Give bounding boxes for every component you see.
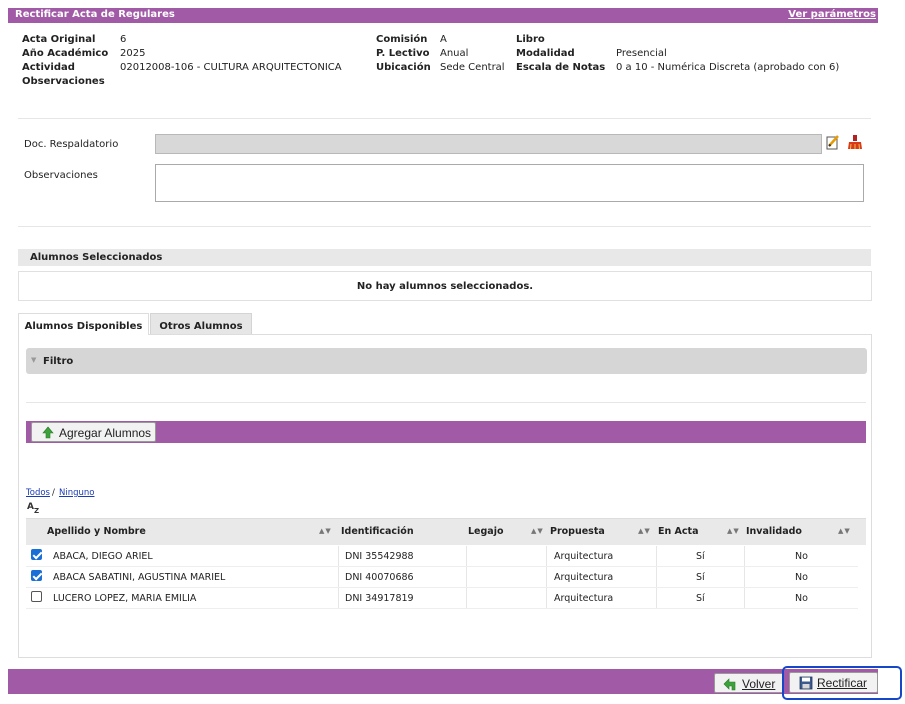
comision-label: Comisión [376, 34, 428, 45]
cell-propuesta: Arquitectura [554, 593, 614, 604]
svg-text:A: A [27, 502, 34, 512]
sort-az-icon[interactable]: A Z [26, 500, 42, 514]
volver-button[interactable]: Volver [714, 673, 784, 693]
page-header: Rectificar Acta de Regulares Ver parámet… [8, 8, 878, 23]
alumnos-seleccionados-header: Alumnos Seleccionados [18, 249, 871, 266]
row-checkbox[interactable] [31, 591, 42, 602]
edit-icon[interactable] [826, 134, 840, 150]
cell-en-acta: Sí [696, 572, 705, 583]
cell-invalidado: No [795, 593, 808, 604]
alumnos-seleccionados-box: No hay alumnos seleccionados. [18, 271, 872, 301]
sort-arrows-icon[interactable]: ▲▼ [727, 527, 740, 535]
select-none-link[interactable]: Ninguno [59, 488, 94, 498]
sort-arrows-icon[interactable]: ▲▼ [319, 527, 332, 535]
select-all-link[interactable]: Todos [26, 488, 50, 498]
cell-invalidado: No [795, 551, 808, 562]
filter-bar[interactable]: ▼ Filtro [26, 348, 867, 374]
col-invalidado[interactable]: Invalidado [746, 526, 802, 537]
table-row[interactable]: ABACA, DIEGO ARIEL DNI 35542988 Arquitec… [26, 546, 858, 567]
col-legajo[interactable]: Legajo [468, 526, 504, 537]
cell-en-acta: Sí [696, 551, 705, 562]
anio-value: 2025 [120, 48, 146, 59]
escala-value: 0 a 10 - Numérica Discreta (aprobado con… [616, 62, 840, 73]
cell-nombre: ABACA SABATINI, AGUSTINA MARIEL [53, 572, 226, 583]
clear-broom-icon[interactable] [847, 134, 863, 150]
ubicacion-value: Sede Central [440, 62, 505, 73]
ver-parametros-link[interactable]: Ver parámetros [788, 9, 876, 20]
cell-identificacion: DNI 40070686 [345, 572, 414, 583]
observaciones-textarea[interactable] [155, 164, 864, 202]
cell-invalidado: No [795, 572, 808, 583]
actividad-label: Actividad [22, 62, 75, 73]
link-separator: / [52, 488, 55, 498]
acta-original-value: 6 [120, 34, 127, 45]
sort-arrows-icon[interactable]: ▲▼ [638, 527, 651, 535]
collapse-triangle-icon: ▼ [31, 356, 37, 364]
escala-label: Escala de Notas [516, 62, 606, 73]
tab-label: Otros Alumnos [159, 321, 243, 332]
lectivo-label: P. Lectivo [376, 48, 430, 59]
highlight-box [782, 666, 902, 700]
tab-label: Alumnos Disponibles [24, 321, 143, 332]
cell-propuesta: Arquitectura [554, 572, 614, 583]
col-apellido-nombre[interactable]: Apellido y Nombre [47, 526, 146, 537]
cell-nombre: LUCERO LOPEZ, MARIA EMILIA [53, 593, 197, 604]
observaciones-info-label: Observaciones [22, 76, 105, 87]
col-identificacion[interactable]: Identificación [341, 526, 414, 537]
cell-propuesta: Arquitectura [554, 551, 614, 562]
svg-text:Z: Z [34, 507, 39, 514]
tab-alumnos-disponibles[interactable]: Alumnos Disponibles [18, 313, 149, 335]
divider [18, 118, 871, 119]
table-row[interactable]: LUCERO LOPEZ, MARIA EMILIA DNI 34917819 … [26, 588, 858, 609]
sort-arrows-icon[interactable]: ▲▼ [838, 527, 851, 535]
divider [18, 226, 871, 227]
back-arrow-icon [723, 678, 736, 691]
divider [26, 402, 866, 403]
cell-en-acta: Sí [696, 593, 705, 604]
alumnos-seleccionados-title: Alumnos Seleccionados [30, 252, 163, 263]
cell-identificacion: DNI 34917819 [345, 593, 414, 604]
anio-label: Año Académico [22, 48, 109, 59]
acta-original-label: Acta Original [22, 34, 96, 45]
sort-arrows-icon[interactable]: ▲▼ [531, 527, 544, 535]
volver-label: Volver [742, 677, 776, 691]
lectivo-value: Anual [440, 48, 469, 59]
doc-respaldatorio-label: Doc. Respaldatorio [24, 139, 119, 150]
col-propuesta[interactable]: Propuesta [550, 526, 605, 537]
col-en-acta[interactable]: En Acta [658, 526, 699, 537]
filter-label: Filtro [43, 356, 74, 367]
empty-message: No hay alumnos seleccionados. [356, 281, 534, 292]
add-up-arrow-icon [42, 426, 54, 439]
cell-nombre: ABACA, DIEGO ARIEL [53, 551, 153, 562]
table-row[interactable]: ABACA SABATINI, AGUSTINA MARIEL DNI 4007… [26, 567, 858, 588]
modalidad-value: Presencial [616, 48, 667, 59]
agregar-alumnos-label: Agregar Alumnos [59, 426, 152, 440]
agregar-alumnos-button[interactable]: Agregar Alumnos [31, 422, 156, 442]
cell-identificacion: DNI 35542988 [345, 551, 414, 562]
doc-respaldatorio-field[interactable] [155, 134, 822, 154]
ubicacion-label: Ubicación [376, 62, 431, 73]
observaciones-label: Observaciones [24, 170, 98, 181]
libro-label: Libro [516, 34, 545, 45]
row-checkbox[interactable] [31, 549, 42, 560]
tab-otros-alumnos[interactable]: Otros Alumnos [150, 313, 252, 335]
page-title: Rectificar Acta de Regulares [15, 9, 175, 20]
modalidad-label: Modalidad [516, 48, 575, 59]
comision-value: A [440, 34, 447, 45]
tab-panel [18, 334, 872, 658]
actividad-value: 02012008-106 - CULTURA ARQUITECTONICA [120, 62, 342, 73]
row-checkbox[interactable] [31, 570, 42, 581]
table-header: Apellido y Nombre ▲▼ Identificación Lega… [26, 518, 866, 545]
